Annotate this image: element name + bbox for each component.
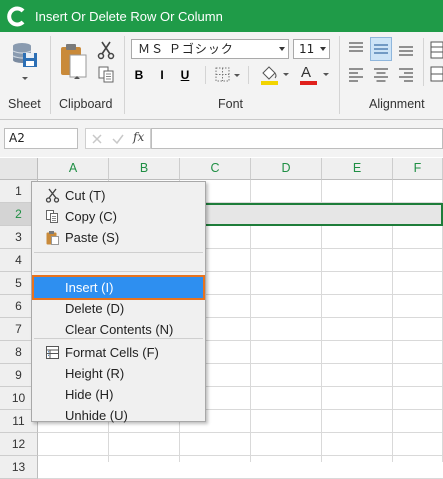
chevron-down-icon [279, 47, 285, 51]
column-header[interactable]: E [322, 158, 393, 180]
menu-item-label: Delete (D) [65, 301, 125, 316]
column-header[interactable]: F [393, 158, 443, 180]
menu-separator [34, 338, 203, 339]
menu-item-clear-contents[interactable]: Clear Contents (N) [34, 319, 203, 340]
font-name-dropdown[interactable]: ＭＳ Ｐゴシック [131, 39, 289, 59]
row-header[interactable]: 13 [0, 456, 38, 479]
align-top-button[interactable] [346, 38, 366, 60]
scissors-icon [45, 188, 60, 203]
menu-item-paste[interactable]: Paste (S) [34, 227, 203, 248]
ribbon-separator [339, 36, 340, 114]
copy-icon [45, 209, 60, 224]
insert-function-icon[interactable]: fx [133, 130, 144, 144]
formula-buttons: fx [85, 128, 151, 149]
wrap-text-button[interactable] [429, 40, 443, 60]
ribbon-separator [205, 66, 206, 84]
menu-item-hide[interactable]: Hide (H) [34, 384, 203, 405]
menu-item-insert[interactable]: Insert (I) [32, 275, 205, 300]
align-middle-icon [374, 44, 388, 54]
align-left-button[interactable] [346, 64, 366, 84]
ribbon-separator [423, 38, 424, 86]
menu-item-format-cells[interactable]: Format Cells (F) [34, 342, 203, 363]
menu-item-height[interactable]: Height (R) [34, 363, 203, 384]
paste-icon [45, 230, 60, 245]
column-header[interactable]: C [180, 158, 251, 180]
app-logo-icon [7, 6, 25, 27]
menu-item-label: Insert (I) [65, 280, 114, 295]
menu-item-label: Copy (C) [65, 209, 118, 224]
menu-item-label: Height (R) [65, 366, 125, 381]
font-color-button[interactable]: A [298, 64, 332, 86]
cancel-icon[interactable] [90, 132, 104, 146]
context-menu: Cut (T) Copy (C) Paste (S) Insert (I) Delete… [31, 181, 206, 423]
formula-input[interactable] [151, 128, 443, 149]
align-bottom-icon [399, 46, 413, 56]
group-label-sheet: Sheet [8, 97, 41, 111]
underline-button[interactable]: U [177, 66, 193, 84]
align-right-icon [399, 68, 413, 82]
sheet-database-icon [12, 43, 37, 80]
copy-button[interactable] [96, 64, 116, 84]
group-label-clipboard: Clipboard [59, 97, 113, 111]
paste-button[interactable] [58, 40, 90, 82]
copy-icon [98, 66, 114, 83]
merge-cells-button[interactable] [429, 64, 443, 84]
confirm-check-icon[interactable] [111, 132, 125, 146]
align-right-button[interactable] [396, 64, 416, 84]
font-color-icon [300, 73, 329, 85]
ribbon-separator [124, 36, 125, 114]
sheet-button[interactable] [9, 38, 41, 88]
menu-item-label: Hide (H) [65, 387, 114, 402]
align-top-icon [349, 42, 363, 52]
bold-button[interactable]: B [131, 66, 147, 84]
menu-separator [34, 271, 203, 272]
menu-item-copy[interactable]: Copy (C) [34, 206, 203, 227]
row-header[interactable]: 12 [0, 433, 38, 456]
paint-bucket-icon [261, 66, 289, 85]
window-title: Insert Or Delete Row Or Column [35, 9, 223, 24]
grid-row-line [38, 432, 443, 433]
align-bottom-button[interactable] [396, 38, 416, 60]
font-name-value: ＭＳ Ｐゴシック [138, 42, 234, 56]
align-center-icon [374, 68, 388, 82]
menu-item-label: Unhide (U) [65, 408, 128, 423]
merge-cells-icon [430, 66, 443, 82]
align-center-button[interactable] [371, 64, 391, 84]
fill-color-button[interactable] [258, 64, 292, 86]
menu-item-delete[interactable]: Delete (D) [34, 298, 203, 319]
ribbon-separator [50, 36, 51, 114]
format-cells-icon [45, 345, 60, 360]
menu-item-label: Paste (S) [65, 230, 120, 245]
column-header[interactable]: D [251, 158, 322, 180]
align-middle-button[interactable] [370, 37, 392, 61]
menu-item-label: Cut (T) [65, 188, 106, 203]
select-all-corner[interactable] [0, 158, 38, 180]
group-label-font: Font [218, 97, 244, 111]
wrap-text-icon [430, 41, 443, 59]
menu-item-label: Format Cells (F) [65, 345, 159, 360]
ribbon-separator [248, 66, 249, 84]
menu-item-label: Clear Contents (N) [65, 322, 174, 337]
grid-row-line [38, 455, 443, 456]
font-size-dropdown[interactable]: 11 [293, 39, 330, 59]
scissors-icon [97, 41, 115, 60]
group-label-alignment: Alignment [369, 97, 425, 111]
menu-separator [34, 252, 203, 253]
borders-icon [215, 67, 240, 82]
menu-item-unhide[interactable]: Unhide (U) [34, 405, 203, 426]
column-header[interactable]: A [38, 158, 109, 180]
font-size-value: 11 [299, 42, 315, 56]
column-header[interactable]: B [109, 158, 180, 180]
menu-item-cut[interactable]: Cut (T) [34, 185, 203, 206]
chevron-down-icon [320, 47, 326, 51]
cut-button[interactable] [96, 40, 116, 60]
align-left-icon [349, 68, 363, 82]
clipboard-paste-icon [61, 44, 87, 79]
borders-button[interactable] [214, 66, 242, 84]
italic-button[interactable]: I [154, 66, 170, 84]
name-box[interactable]: A2 [4, 128, 78, 149]
